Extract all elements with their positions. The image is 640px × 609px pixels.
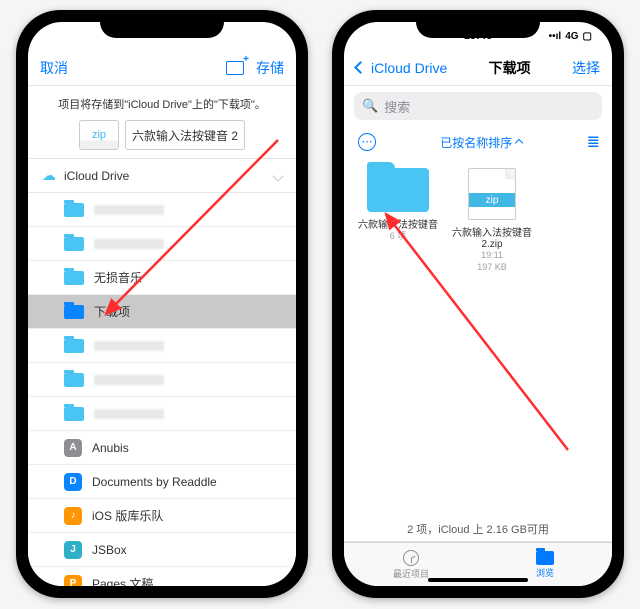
row-label: Anubis (92, 441, 129, 455)
nav-bar: 取消 存储 (28, 50, 296, 86)
storage-summary: 2 项，iCloud 上 2.16 GB可用 (344, 515, 612, 542)
folder-row[interactable] (28, 363, 296, 397)
home-indicator (428, 578, 528, 582)
folder-row[interactable]: 下载项 (28, 295, 296, 329)
nav-bar: iCloud Drive 下载项 选择 (344, 50, 612, 86)
select-button[interactable]: 选择 (572, 58, 600, 78)
chevron-down-icon (272, 170, 283, 181)
app-icon: ♪ (64, 507, 82, 525)
save-button[interactable]: 存储 (256, 58, 284, 78)
row-label: iOS 版库乐队 (92, 507, 163, 524)
row-label (94, 205, 164, 215)
phone-right: 19:46 ••ıl 4G ▢ iCloud Drive 下载项 选择 🔍 搜索… (332, 10, 624, 598)
cancel-button[interactable]: 取消 (40, 58, 68, 78)
file-grid: 六款输入法按键音6 项 zip 六款输入法按键音2.zip19:11197 KB (344, 160, 612, 281)
row-label (94, 375, 164, 385)
folder-icon (64, 373, 84, 387)
battery-icon: ▢ (583, 31, 592, 42)
app-icon: J (64, 541, 82, 559)
more-options-icon[interactable]: ⋯ (358, 133, 376, 151)
clock-icon (403, 550, 419, 566)
folder-icon (536, 551, 554, 565)
sort-toolbar: ⋯ 已按名称排序 ≣ (344, 126, 612, 160)
sort-button[interactable]: 已按名称排序 (440, 134, 522, 151)
folder-row[interactable]: A Anubis (28, 431, 296, 465)
back-chevron-icon (354, 61, 367, 74)
new-folder-icon[interactable] (226, 61, 244, 75)
section-title: iCloud Drive (64, 169, 129, 183)
row-label: JSBox (92, 543, 127, 557)
folder-list[interactable]: 无损音乐下载项 A Anubis D Documents by Readdle ♪ iOS … (28, 193, 296, 586)
folder-icon (64, 407, 84, 421)
tab-recent-label: 最近项目 (393, 567, 429, 580)
icloud-drive-section[interactable]: ☁ iCloud Drive (28, 158, 296, 193)
back-button[interactable]: iCloud Drive (356, 60, 447, 76)
folder-icon (64, 237, 84, 251)
folder-row[interactable]: D Documents by Readdle (28, 465, 296, 499)
search-input[interactable]: 🔍 搜索 (354, 92, 602, 120)
back-label: iCloud Drive (371, 60, 447, 76)
status-indicators: ••ıl 4G ▢ (549, 31, 592, 42)
folder-icon (64, 271, 84, 285)
row-label: Documents by Readdle (92, 475, 217, 489)
network-label: 4G (565, 31, 578, 42)
notch (416, 22, 540, 38)
folder-row[interactable]: P Pages 文稿 (28, 567, 296, 586)
item-name: 六款输入法按键音 (358, 216, 438, 231)
chevron-up-icon (515, 139, 523, 147)
zip-icon: zip (79, 120, 119, 150)
phone-left: 取消 存储 项目将存储到"iCloud Drive"上的"下载项"。 zip 六… (16, 10, 308, 598)
item-meta: 6 项 (358, 231, 438, 243)
row-label: 无损音乐 (94, 269, 142, 286)
search-placeholder: 搜索 (384, 97, 410, 116)
sort-label-text: 已按名称排序 (440, 134, 512, 151)
tab-browse-label: 浏览 (536, 566, 554, 579)
folder-icon (64, 305, 84, 319)
grid-folder[interactable]: 六款输入法按键音6 项 (358, 168, 438, 243)
row-label (94, 341, 164, 351)
folder-icon (64, 339, 84, 353)
folder-row[interactable] (28, 329, 296, 363)
folder-icon (367, 168, 429, 212)
list-view-icon[interactable]: ≣ (587, 132, 598, 152)
zip-file-icon: zip (468, 168, 516, 220)
row-label (94, 409, 164, 419)
save-destination-label: 项目将存储到"iCloud Drive"上的"下载项"。 (28, 86, 296, 120)
signal-icon: ••ıl (549, 31, 562, 42)
row-label (94, 239, 164, 249)
folder-row[interactable] (28, 227, 296, 261)
folder-icon (64, 203, 84, 217)
item-meta: 197 KB (452, 262, 532, 274)
screen-right: 19:46 ••ıl 4G ▢ iCloud Drive 下载项 选择 🔍 搜索… (344, 22, 612, 586)
item-name: 六款输入法按键音2.zip (452, 224, 532, 250)
zip-band: zip (469, 193, 515, 207)
notch (100, 22, 224, 38)
grid-file[interactable]: zip 六款输入法按键音2.zip19:11197 KB (452, 168, 532, 273)
app-icon: A (64, 439, 82, 457)
folder-row[interactable]: ♪ iOS 版库乐队 (28, 499, 296, 533)
folder-row[interactable]: 无损音乐 (28, 261, 296, 295)
folder-row[interactable] (28, 193, 296, 227)
file-name-label: 六款输入法按键音 2 (125, 120, 245, 150)
app-icon: P (64, 575, 82, 587)
item-meta: 19:11 (452, 250, 532, 262)
screen-left: 取消 存储 项目将存储到"iCloud Drive"上的"下载项"。 zip 六… (28, 22, 296, 586)
folder-row[interactable] (28, 397, 296, 431)
row-label: Pages 文稿 (92, 575, 153, 586)
cloud-icon: ☁ (42, 167, 56, 184)
app-icon: D (64, 473, 82, 491)
page-title: 下载项 (447, 58, 572, 78)
row-label: 下载项 (94, 303, 130, 320)
file-preview-card: zip 六款输入法按键音 2 (28, 120, 296, 158)
folder-row[interactable]: J JSBox (28, 533, 296, 567)
search-icon: 🔍 (362, 98, 378, 114)
